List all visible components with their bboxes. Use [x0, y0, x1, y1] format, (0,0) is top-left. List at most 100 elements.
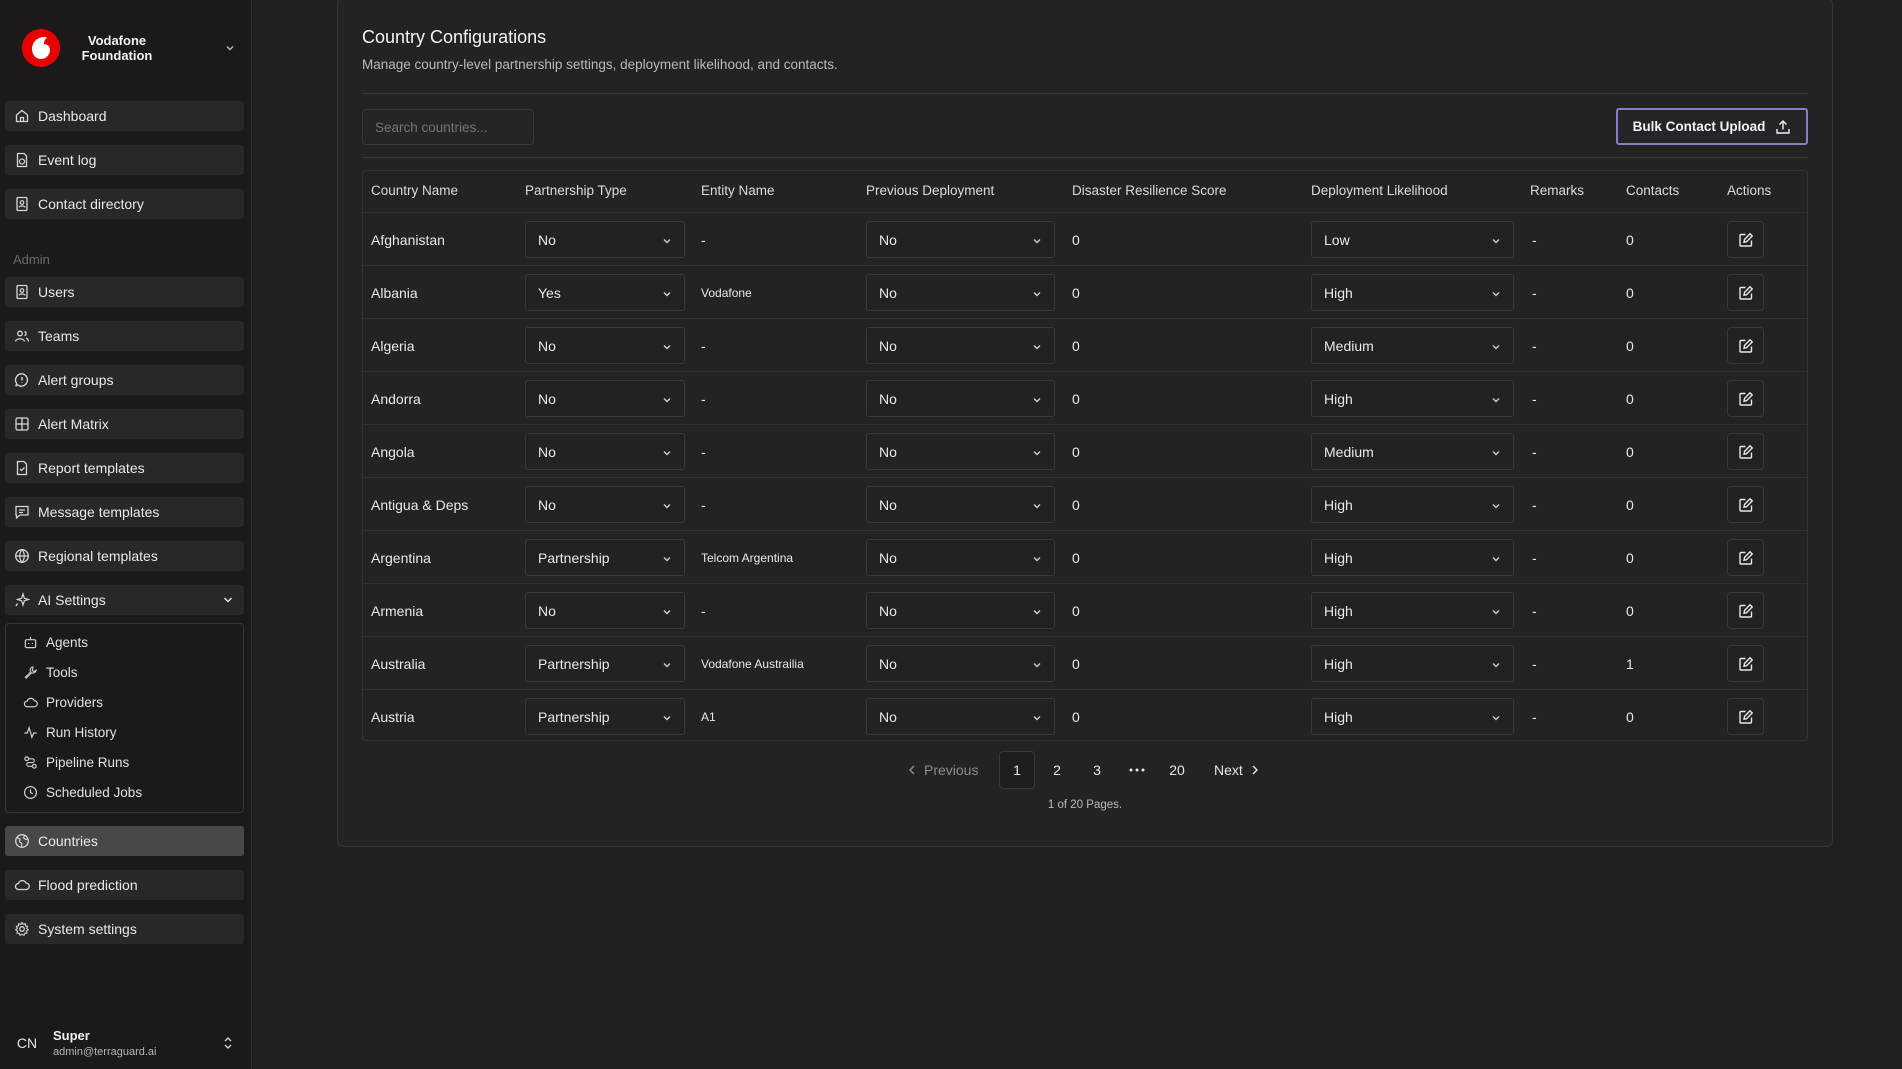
next-page-button[interactable]: Next: [1214, 751, 1259, 789]
entity-name-cell: Vodafone: [701, 285, 752, 300]
sidebar-item-users[interactable]: Users: [5, 277, 244, 307]
sub-item-label: Scheduled Jobs: [46, 784, 143, 800]
chevron-down-icon: [661, 394, 673, 406]
brand-name: Vodafone Foundation: [81, 33, 153, 63]
chevron-down-icon: [1031, 235, 1043, 247]
deployment-likelihood-select[interactable]: High: [1311, 645, 1514, 682]
page-number-button[interactable]: 1: [999, 751, 1035, 789]
country-name-cell: Austria: [371, 708, 415, 725]
deployment-likelihood-select[interactable]: Medium: [1311, 433, 1514, 470]
column-header: Disaster Resilience Score: [1072, 183, 1227, 198]
partnership-type-select[interactable]: Partnership: [525, 645, 685, 682]
remarks-cell: -: [1532, 284, 1537, 301]
edit-button[interactable]: [1727, 327, 1764, 364]
deployment-likelihood-select[interactable]: High: [1311, 698, 1514, 735]
sidebar-item-event-log[interactable]: Event log: [5, 145, 244, 175]
deployment-likelihood-select[interactable]: High: [1311, 592, 1514, 629]
sidebar-item-alert-groups[interactable]: Alert groups: [5, 365, 244, 395]
table-row: Antigua & Deps No - No 0 High - 0: [363, 477, 1807, 530]
partnership-type-select[interactable]: No: [525, 433, 685, 470]
select-value: High: [1324, 284, 1353, 301]
sidebar-item-alert-matrix[interactable]: Alert Matrix: [5, 409, 244, 439]
previous-deployment-select[interactable]: No: [866, 274, 1055, 311]
partnership-type-select[interactable]: Partnership: [525, 698, 685, 735]
previous-deployment-select[interactable]: No: [866, 645, 1055, 682]
ellipsis-icon: [1129, 768, 1145, 772]
sidebar-item-system-settings[interactable]: System settings: [5, 914, 244, 944]
page-number-button[interactable]: 2: [1039, 751, 1075, 789]
deployment-likelihood-select[interactable]: High: [1311, 539, 1514, 576]
chevron-down-icon: [1490, 341, 1502, 353]
deployment-likelihood-select[interactable]: Medium: [1311, 327, 1514, 364]
select-value: High: [1324, 708, 1353, 725]
deployment-likelihood-select[interactable]: High: [1311, 380, 1514, 417]
remarks-cell: -: [1532, 390, 1537, 407]
edit-button[interactable]: [1727, 433, 1764, 470]
country-name-cell: Andorra: [371, 390, 421, 407]
sidebar-subitem-scheduled-jobs[interactable]: Scheduled Jobs: [23, 782, 142, 802]
sidebar-item-ai-settings[interactable]: AI Settings: [5, 585, 244, 615]
chevron-down-icon: [1490, 606, 1502, 618]
partnership-type-select[interactable]: No: [525, 486, 685, 523]
divider: [362, 157, 1808, 158]
page-number-button[interactable]: 20: [1159, 751, 1195, 789]
edit-button[interactable]: [1727, 486, 1764, 523]
search-input[interactable]: [362, 109, 534, 145]
partnership-type-select[interactable]: No: [525, 380, 685, 417]
sidebar-subitem-run-history[interactable]: Run History: [23, 722, 117, 742]
sidebar-item-regional-templates[interactable]: Regional templates: [5, 541, 244, 571]
sidebar-item-dashboard[interactable]: Dashboard: [5, 101, 244, 131]
brand-switcher[interactable]: Vodafone Foundation: [22, 28, 236, 68]
sidebar-item-countries[interactable]: Countries: [5, 826, 244, 856]
partnership-type-select[interactable]: No: [525, 327, 685, 364]
edit-button[interactable]: [1727, 221, 1764, 258]
previous-page-button[interactable]: Previous: [908, 751, 978, 789]
sidebar-item-contact-directory[interactable]: Contact directory: [5, 189, 244, 219]
entity-name-cell: Vodafone Austrailia: [701, 656, 804, 671]
sidebar-subitem-providers[interactable]: Providers: [23, 692, 103, 712]
chevron-down-icon: [661, 500, 673, 512]
previous-deployment-select[interactable]: No: [866, 486, 1055, 523]
edit-button[interactable]: [1727, 645, 1764, 682]
sidebar-subitem-pipeline-runs[interactable]: Pipeline Runs: [23, 752, 129, 772]
select-value: High: [1324, 390, 1353, 407]
partnership-type-select[interactable]: No: [525, 592, 685, 629]
edit-button[interactable]: [1727, 592, 1764, 629]
chevron-down-icon: [222, 594, 234, 606]
sidebar-item-report-templates[interactable]: Report templates: [5, 453, 244, 483]
upload-icon: [1775, 119, 1791, 135]
previous-deployment-select[interactable]: No: [866, 327, 1055, 364]
deployment-likelihood-select[interactable]: High: [1311, 486, 1514, 523]
activity-icon: [23, 725, 38, 740]
chevron-down-icon: [1490, 712, 1502, 724]
deployment-likelihood-select[interactable]: High: [1311, 274, 1514, 311]
previous-deployment-select[interactable]: No: [866, 380, 1055, 417]
user-menu[interactable]: CN Super admin@terraguard.ai: [5, 1021, 244, 1065]
select-value: Partnership: [538, 708, 610, 725]
country-name-cell: Australia: [371, 655, 426, 672]
deployment-likelihood-select[interactable]: Low: [1311, 221, 1514, 258]
sidebar-item-label: AI Settings: [38, 592, 106, 608]
sidebar-subitem-tools[interactable]: Tools: [23, 662, 78, 682]
bulk-contact-upload-button[interactable]: Bulk Contact Upload: [1616, 108, 1808, 145]
edit-button[interactable]: [1727, 698, 1764, 735]
select-value: High: [1324, 549, 1353, 566]
previous-deployment-select[interactable]: No: [866, 592, 1055, 629]
previous-deployment-select[interactable]: No: [866, 698, 1055, 735]
previous-deployment-select[interactable]: No: [866, 221, 1055, 258]
edit-button[interactable]: [1727, 539, 1764, 576]
previous-deployment-select[interactable]: No: [866, 539, 1055, 576]
alert-icon: [14, 372, 30, 388]
contacts-cell: 0: [1626, 549, 1634, 566]
edit-button[interactable]: [1727, 274, 1764, 311]
sidebar-subitem-agents[interactable]: Agents: [23, 632, 88, 652]
page-number-button[interactable]: 3: [1079, 751, 1115, 789]
edit-button[interactable]: [1727, 380, 1764, 417]
partnership-type-select[interactable]: No: [525, 221, 685, 258]
previous-deployment-select[interactable]: No: [866, 433, 1055, 470]
partnership-type-select[interactable]: Yes: [525, 274, 685, 311]
sidebar-item-flood-prediction[interactable]: Flood prediction: [5, 870, 244, 900]
sidebar-item-teams[interactable]: Teams: [5, 321, 244, 351]
partnership-type-select[interactable]: Partnership: [525, 539, 685, 576]
sidebar-item-message-templates[interactable]: Message templates: [5, 497, 244, 527]
